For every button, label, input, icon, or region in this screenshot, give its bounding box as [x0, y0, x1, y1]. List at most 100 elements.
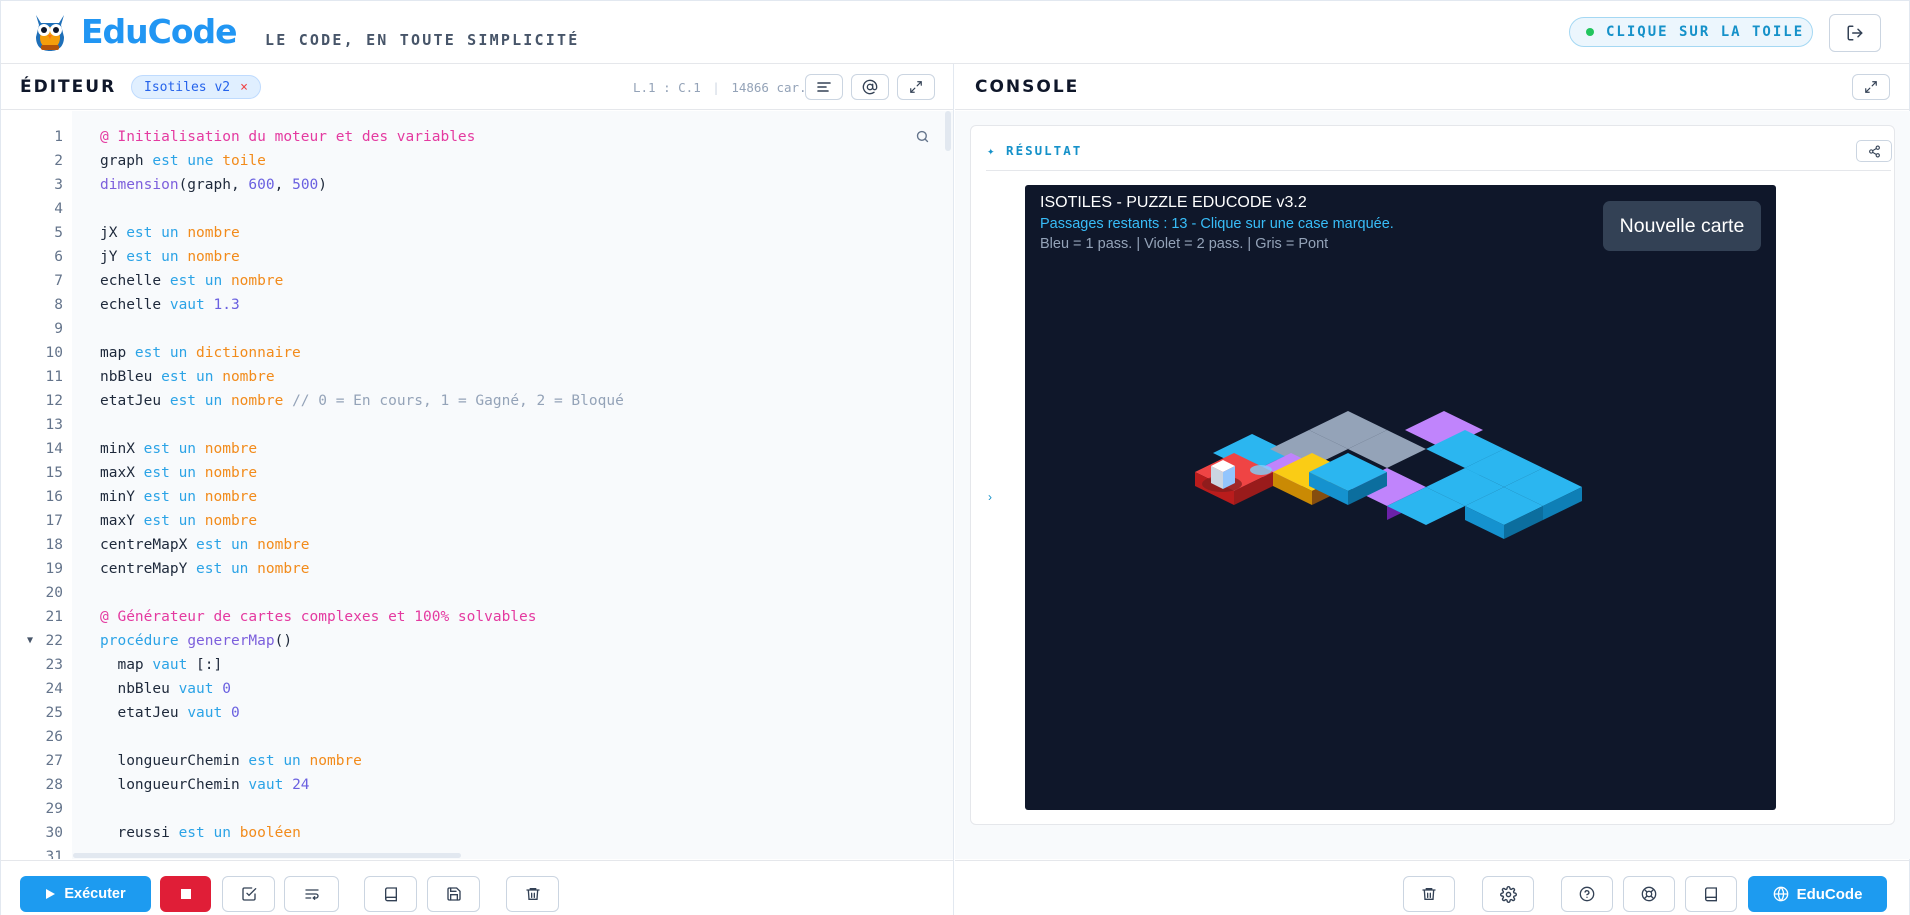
- code-line[interactable]: 13: [1, 413, 953, 437]
- console-expand-button[interactable]: [1852, 74, 1890, 100]
- save-button[interactable]: [427, 876, 480, 912]
- horizontal-scrollbar[interactable]: [73, 853, 461, 858]
- line-number: 2: [54, 153, 63, 169]
- target-marker: [1250, 465, 1272, 475]
- code-line[interactable]: 25 etatJeu vaut 0: [1, 701, 953, 725]
- line-number: 21: [45, 609, 63, 625]
- format-button[interactable]: [805, 74, 843, 100]
- code-editor[interactable]: 1 @ Initialisation du moteur et des varia…: [1, 111, 953, 859]
- support-button[interactable]: [1623, 876, 1675, 912]
- code-line[interactable]: 2 graph est une toile: [1, 149, 953, 173]
- expand-icon: [910, 81, 922, 93]
- logout-button[interactable]: [1829, 14, 1881, 52]
- code-line[interactable]: 11 nbBleu est un nombre: [1, 365, 953, 389]
- code-line[interactable]: 8 echelle vaut 1.3: [1, 293, 953, 317]
- line-number: 15: [45, 465, 63, 481]
- educode-button-label: EduCode: [1796, 885, 1863, 903]
- code-line[interactable]: 1 @ Initialisation du moteur et des varia…: [1, 125, 953, 149]
- line-number: 11: [45, 369, 63, 385]
- settings-button[interactable]: [1482, 876, 1534, 912]
- code-text: map vaut [:]: [100, 653, 222, 677]
- code-line[interactable]: 30 reussi est un booléen: [1, 821, 953, 845]
- check-button[interactable]: [222, 876, 275, 912]
- code-line[interactable]: 6 jY est un nombre: [1, 245, 953, 269]
- search-icon: [916, 130, 929, 143]
- line-number: 18: [45, 537, 63, 553]
- docs-button[interactable]: [364, 876, 417, 912]
- code-line[interactable]: 22 ▼ procédure genererMap(): [1, 629, 953, 653]
- fold-toggle-icon[interactable]: ▼: [27, 629, 33, 653]
- code-text: @ Initialisation du moteur et des variab…: [100, 125, 475, 149]
- code-token: @ Initialisation du moteur et des variab…: [100, 129, 476, 145]
- line-number: 7: [54, 273, 63, 289]
- code-token: maxX: [100, 465, 144, 481]
- game-canvas[interactable]: ISOTILES - PUZZLE EDUCODE v3.2 Passages …: [1025, 185, 1776, 810]
- code-line[interactable]: 23 map vaut [:]: [1, 653, 953, 677]
- code-text: @ Générateur de cartes complexes et 100%…: [100, 605, 537, 629]
- editor-expand-button[interactable]: [897, 74, 935, 100]
- result-divider: [986, 170, 1891, 171]
- code-token: est un: [143, 441, 205, 457]
- code-line[interactable]: 28 longueurChemin vaut 24: [1, 773, 953, 797]
- vertical-scrollbar[interactable]: [945, 111, 951, 151]
- file-close-button[interactable]: ×: [240, 80, 248, 95]
- line-number: 14: [45, 441, 63, 457]
- code-line[interactable]: 3 dimension(graph, 600, 500): [1, 173, 953, 197]
- code-token: longueurChemin: [100, 777, 249, 793]
- code-line[interactable]: 5 jX est un nombre: [1, 221, 953, 245]
- code-token: nombre: [204, 513, 258, 529]
- code-text: graph est une toile: [100, 149, 266, 173]
- cursor-info: L.1 : C.1 | 14866 car.: [633, 80, 807, 95]
- result-title: ✦ RÉSULTAT: [987, 143, 1083, 158]
- code-line[interactable]: 7 echelle est un nombre: [1, 269, 953, 293]
- code-token: est un: [143, 465, 205, 481]
- code-token: ): [318, 177, 328, 193]
- code-token: nombre: [257, 537, 310, 553]
- status-dot: [1586, 28, 1594, 36]
- code-line[interactable]: 4: [1, 197, 953, 221]
- line-number: 29: [45, 801, 63, 817]
- code-token: est un: [178, 825, 240, 841]
- educode-button[interactable]: EduCode: [1748, 876, 1887, 912]
- editor-header: ÉDITEUR Isotiles v2 × L.1 : C.1 | 14866 …: [1, 64, 953, 110]
- code-line[interactable]: 15 maxX est un nombre: [1, 461, 953, 485]
- clear-console-button[interactable]: [1403, 876, 1455, 912]
- share-button[interactable]: [1856, 140, 1892, 162]
- code-token: nbBleu: [100, 369, 162, 385]
- wrap-text-icon: [304, 889, 319, 900]
- mention-button[interactable]: [851, 74, 889, 100]
- code-line[interactable]: 12 etatJeu est un nombre // 0 = En cours,…: [1, 389, 953, 413]
- file-tab[interactable]: Isotiles v2 ×: [131, 75, 261, 99]
- code-lines[interactable]: 1 @ Initialisation du moteur et des varia…: [1, 125, 953, 859]
- code-line[interactable]: 16 minY est un nombre: [1, 485, 953, 509]
- code-line[interactable]: 19 centreMapY est un nombre: [1, 557, 953, 581]
- code-line[interactable]: 14 minX est un nombre: [1, 437, 953, 461]
- code-line[interactable]: 10 map est un dictionnaire: [1, 341, 953, 365]
- wrap-button[interactable]: [284, 876, 339, 912]
- guide-button[interactable]: [1685, 876, 1737, 912]
- line-number: 9: [54, 321, 63, 337]
- editor-search-button[interactable]: [915, 129, 930, 149]
- stop-button[interactable]: [160, 876, 211, 912]
- help-button[interactable]: [1561, 876, 1613, 912]
- code-text: etatJeu est un nombre // 0 = En cours, 1…: [100, 389, 624, 413]
- code-token: 500: [292, 177, 319, 193]
- code-line[interactable]: 20: [1, 581, 953, 605]
- code-line[interactable]: 29: [1, 797, 953, 821]
- code-line[interactable]: 24 nbBleu vaut 0: [1, 677, 953, 701]
- code-token: 1.3: [213, 297, 240, 313]
- clear-editor-button[interactable]: [506, 876, 559, 912]
- code-line[interactable]: 26: [1, 725, 953, 749]
- new-map-button[interactable]: Nouvelle carte: [1603, 201, 1761, 251]
- isometric-board[interactable]: [1025, 185, 1776, 810]
- code-line[interactable]: 17 maxY est un nombre: [1, 509, 953, 533]
- collapse-chevron-icon[interactable]: ›: [988, 490, 992, 504]
- code-token: dimension: [100, 177, 179, 193]
- code-line[interactable]: 9: [1, 317, 953, 341]
- code-line[interactable]: 27 longueurChemin est un nombre: [1, 749, 953, 773]
- code-line[interactable]: 21 @ Générateur de cartes complexes et 10…: [1, 605, 953, 629]
- code-line[interactable]: 18 centreMapX est un nombre: [1, 533, 953, 557]
- game-title: ISOTILES - PUZZLE EDUCODE v3.2: [1040, 194, 1307, 211]
- share-icon: [1868, 145, 1880, 157]
- run-button[interactable]: Exécuter: [20, 876, 151, 912]
